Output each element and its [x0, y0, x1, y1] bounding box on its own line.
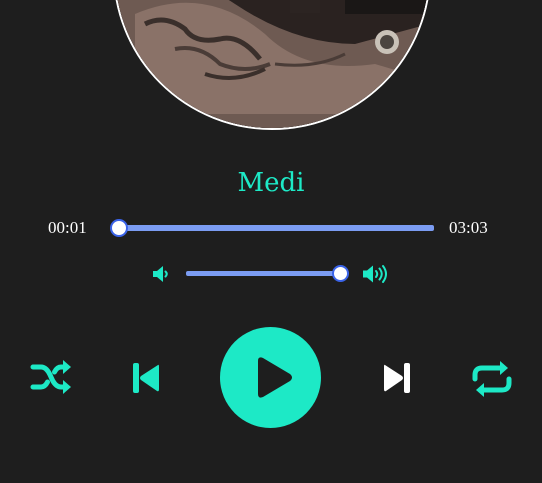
- volume-slider[interactable]: [186, 265, 349, 282]
- progress-slider[interactable]: [109, 219, 434, 237]
- previous-button[interactable]: [131, 362, 161, 399]
- album-art: [113, 0, 431, 130]
- volume-low-icon[interactable]: [152, 264, 172, 289]
- play-button[interactable]: [220, 327, 321, 428]
- skip-previous-icon: [133, 363, 159, 393]
- repeat-icon: [472, 361, 512, 397]
- shuffle-button[interactable]: [30, 358, 72, 401]
- music-player: Medi 00:01 03:03: [0, 0, 542, 483]
- current-time: 00:01: [48, 218, 87, 237]
- shuffle-icon: [30, 360, 71, 394]
- next-button[interactable]: [382, 362, 412, 399]
- volume-high-icon[interactable]: [362, 263, 390, 290]
- progress-slider-thumb[interactable]: [109, 219, 128, 237]
- track-title: Medi: [237, 168, 305, 198]
- play-icon: [258, 357, 292, 398]
- total-time: 03:03: [449, 218, 488, 237]
- skip-next-icon: [384, 363, 410, 393]
- volume-slider-thumb[interactable]: [331, 265, 349, 282]
- repeat-button[interactable]: [470, 359, 514, 404]
